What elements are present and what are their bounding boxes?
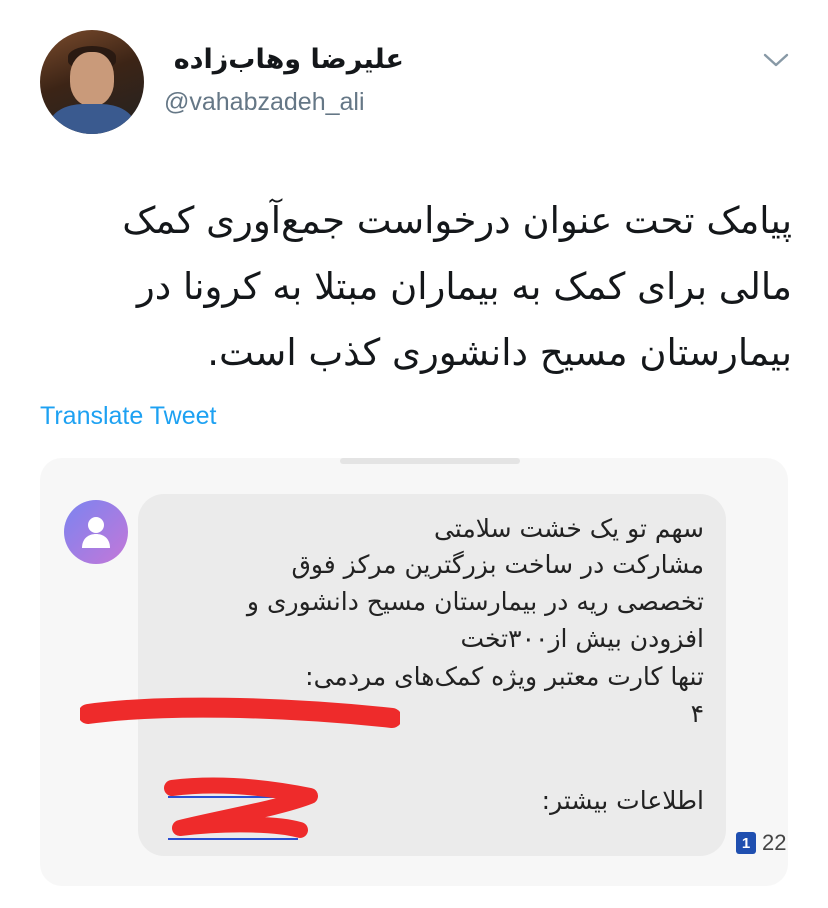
author-handle[interactable]: @vahabzadeh_ali (164, 88, 365, 117)
sms-screenshot-image[interactable]: سهم تو یک خشت سلامتی مشارکت در ساخت بزرگ… (40, 458, 788, 886)
chevron-down-icon[interactable] (763, 52, 789, 68)
translate-tweet-link[interactable]: Translate Tweet (40, 402, 216, 431)
sms-line: اطلاعات بیشتر: (541, 786, 704, 815)
tweet-line: پیامک تحت عنوان درخواست جمع‌آوری کمک (122, 199, 792, 242)
avatar-face (70, 52, 114, 106)
sim-slot-badge: 1 (736, 832, 756, 854)
person-icon (82, 517, 110, 548)
sms-line: سهم تو یک خشت سلامتی (433, 514, 704, 543)
tweet-line: مالی برای کمک به بیماران مبتلا به کرونا … (136, 265, 792, 308)
tweet-text: پیامک تحت عنوان درخواست جمع‌آوری کمک مال… (40, 188, 792, 386)
author-name[interactable]: علیرضا وهاب‌زاده (164, 44, 404, 75)
cropped-header-strip (340, 458, 520, 464)
author-avatar[interactable] (40, 30, 144, 134)
sms-line: تنها کارت معتبر ویژه کمک‌های مردمی: (305, 662, 704, 691)
message-count: 1 22 (736, 830, 786, 856)
redaction-scribble-card (80, 697, 400, 728)
avatar-shirt (50, 104, 134, 134)
tweet-line: بیمارستان مسیح دانشوری کذب است. (207, 331, 792, 374)
sms-line: ۴ (690, 699, 704, 728)
sms-line: مشارکت در ساخت بزرگترین مرکز فوق (291, 550, 704, 579)
sms-line: افزودن بیش از۳۰۰تخت (460, 624, 705, 653)
sms-line: تخصصی ریه در بیمارستان مسیح دانشوری و (246, 587, 704, 616)
contact-avatar (64, 500, 128, 564)
message-count-value: 22 (762, 830, 787, 855)
redaction-scribble-phone (164, 777, 318, 838)
